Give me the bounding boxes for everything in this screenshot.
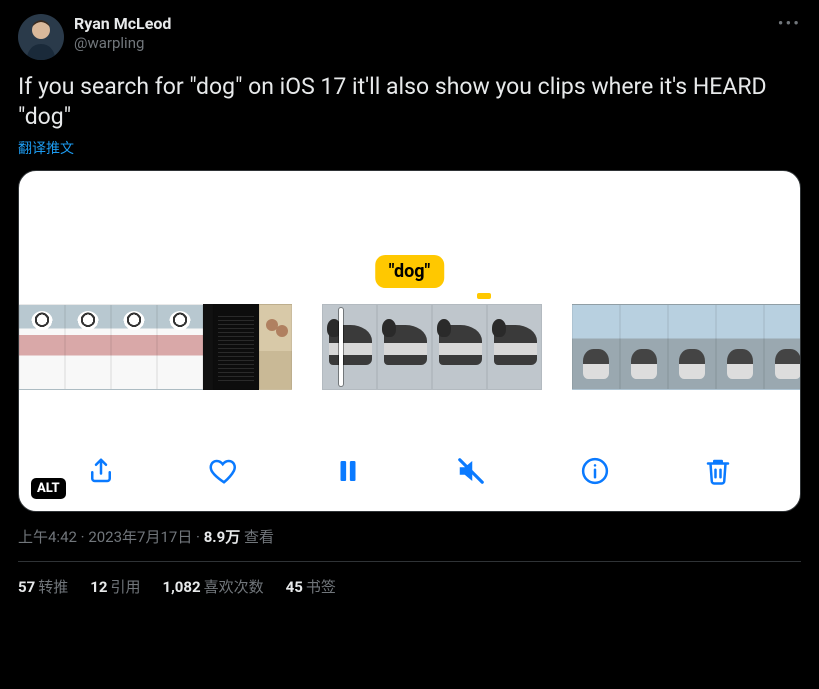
video-frame [213,304,259,390]
playhead[interactable] [339,308,343,386]
video-frame [620,304,668,390]
video-frame [432,304,487,390]
likes-stat[interactable]: 1,082喜欢次数 [162,576,263,597]
video-frame [259,304,292,390]
more-button[interactable]: ••• [778,14,801,34]
video-frame [487,304,542,390]
video-frame [572,304,620,390]
search-term-label: "dog" [375,255,445,288]
mute-button[interactable] [451,451,491,491]
video-frame [322,304,377,390]
video-frame [716,304,764,390]
video-frame [157,304,203,390]
clip-group-3 [572,304,801,390]
media-card[interactable]: "dog" [18,170,801,512]
delete-button[interactable] [698,451,738,491]
tweet-date[interactable]: 2023年7月17日 [88,528,192,546]
timeline-marker [477,293,491,299]
translate-link[interactable]: 翻译推文 [18,138,74,158]
views-label: 查看 [240,528,274,546]
tweet-meta: 上午4:42 · 2023年7月17日 · 8.9万 查看 [18,512,801,562]
alt-badge[interactable]: ALT [31,478,66,499]
pause-icon [333,456,363,486]
user-block[interactable]: Ryan McLeod @warpling [74,14,171,53]
info-button[interactable] [575,451,615,491]
like-button[interactable] [204,451,244,491]
trash-icon [703,456,733,486]
tweet-header: Ryan McLeod @warpling [18,14,801,60]
video-frame [377,304,432,390]
tweet-text: If you search for "dog" on iOS 17 it'll … [18,72,801,132]
share-button[interactable] [81,451,121,491]
video-frame [764,304,801,390]
video-frame [668,304,716,390]
tweet-time[interactable]: 上午4:42 [18,528,77,546]
bookmarks-stat[interactable]: 45书签 [286,576,336,597]
clip-group-1 [19,304,292,390]
media-toolbar [19,451,800,491]
display-name: Ryan McLeod [74,14,171,34]
quotes-stat[interactable]: 12引用 [90,576,140,597]
info-icon [580,456,610,486]
views-count: 8.9万 [204,528,241,546]
pause-button[interactable] [328,451,368,491]
tweet-container: Ryan McLeod @warpling ••• If you search … [0,0,819,611]
heart-icon [209,456,239,486]
retweets-stat[interactable]: 57转推 [18,576,68,597]
video-frame [19,304,65,390]
video-frame [65,304,111,390]
speaker-muted-icon [456,456,486,486]
video-timeline[interactable] [19,304,800,390]
video-frame [111,304,157,390]
share-icon [86,456,116,486]
tweet-stats: 57转推 12引用 1,082喜欢次数 45书签 [18,562,801,611]
avatar[interactable] [18,14,64,60]
video-frame [203,304,213,390]
user-handle: @warpling [74,34,171,53]
clip-group-2 [322,304,542,390]
